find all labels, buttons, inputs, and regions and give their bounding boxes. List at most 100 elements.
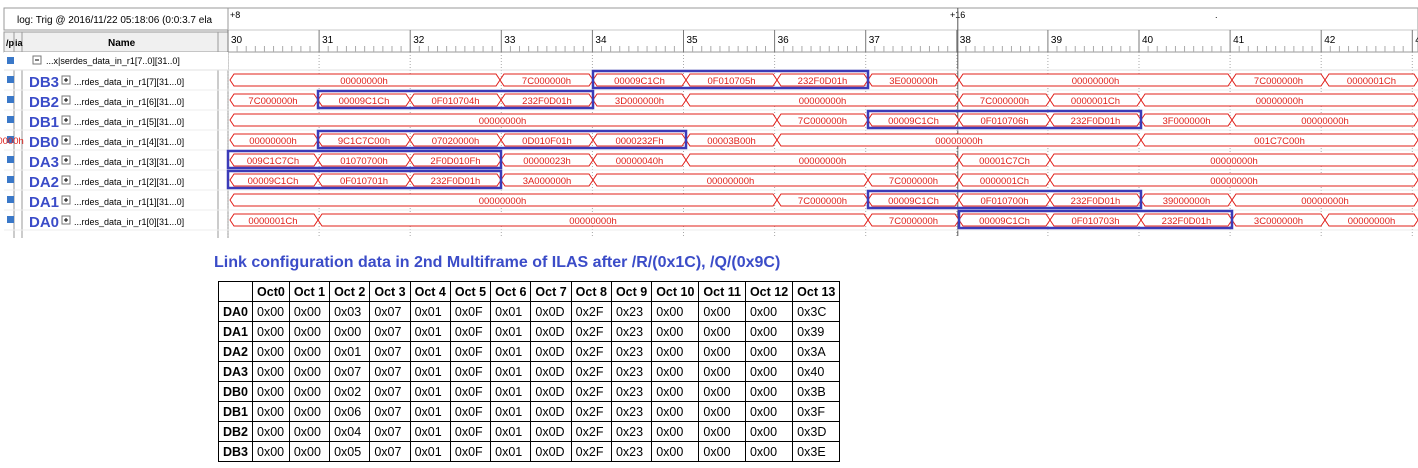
octet-value-cell: 0x0D	[530, 301, 572, 322]
octet-value-cell: 0x07	[369, 421, 411, 442]
octet-value-cell: 0x23	[610, 421, 653, 442]
octet-value-cell: 0x2F	[570, 421, 612, 442]
octet-value-cell: 0x00	[744, 441, 794, 462]
segment-value: 00009C1Ch	[339, 96, 390, 107]
group-row[interactable]: ...x|serdes_data_in_r1[7..0][31..0]	[4, 52, 228, 70]
octet-value-cell: 0x00	[288, 441, 331, 462]
octet-value-cell: 0x00	[744, 421, 794, 442]
octet-value-cell: 0x00	[252, 341, 290, 362]
octet-value-cell: 0x01	[329, 341, 371, 362]
octet-value-cell: 0x00	[252, 441, 290, 462]
octet-value-cell: 0x00	[651, 421, 700, 442]
signal-name: ...rdes_data_in_r1[7][31...0]	[74, 77, 184, 87]
segment-value: 7C000000h	[980, 96, 1029, 107]
octet-header: Oct 9	[610, 281, 653, 302]
segment-value: 00000000h	[1348, 216, 1396, 227]
octet-value-cell: 0x0F	[449, 421, 492, 442]
segment-value: 00000000h	[799, 96, 847, 107]
column-header-vp[interactable]: /p	[6, 38, 15, 48]
octet-value-cell: 0x06	[329, 401, 371, 422]
segment-value: 00000000h	[249, 136, 297, 147]
lane-name-cell: DB1	[217, 401, 254, 422]
segment-value: 7C000000h	[889, 216, 938, 227]
signal-name: ...rdes_data_in_r1[3][31...0]	[74, 157, 184, 167]
octet-value-cell: 0x00	[288, 381, 331, 402]
lane-name-cell: DB0	[217, 381, 254, 402]
segment-value: 3C000000h	[1254, 216, 1303, 227]
segment-value: 00000000h	[479, 196, 527, 207]
lane-label: DA2	[29, 174, 59, 191]
segment-value: 00003B00h	[707, 136, 756, 147]
segment-value: 07020000h	[432, 136, 480, 147]
segment-value: 00009C1Ch	[888, 116, 939, 127]
octet-header: Oct 2	[329, 281, 371, 302]
segment-value: 00009C1Ch	[248, 176, 299, 187]
lane-label: DB1	[29, 114, 59, 131]
octet-value-cell: 0x00	[698, 321, 746, 342]
signal-name: ...rdes_data_in_r1[6][31...0]	[74, 97, 184, 107]
svg-text:.: .	[1215, 10, 1218, 20]
tick-label: 38	[960, 35, 972, 46]
segment-value: 232F0D01h	[522, 96, 572, 107]
tick-label: 41	[1233, 35, 1245, 46]
tick-label: 35	[687, 35, 699, 46]
signal-icon	[7, 176, 14, 183]
segment-value: 00000000h	[569, 216, 617, 227]
octet-value-cell: 0x01	[490, 341, 532, 362]
octet-value-cell: 0x2F	[570, 401, 612, 422]
table-row: DB2 0x00 0x00 0x04 0x07 0x01 0x0F 0x01 0x0D 0x2F 0…	[217, 421, 841, 442]
lane-name-cell: DA1	[217, 321, 254, 342]
segment-value: 3E000000h	[889, 76, 938, 87]
segment-value: 7C000000h	[1254, 76, 1303, 87]
tick-label: 36	[778, 35, 790, 46]
tick-label: 40	[1142, 35, 1154, 46]
octet-value-cell: 0x0F	[449, 441, 492, 462]
octet-value-cell: 0x00	[288, 401, 331, 422]
octet-value-cell: 0x00	[698, 301, 746, 322]
octet-value-cell: 0x23	[610, 321, 653, 342]
octet-value-cell: 0x2F	[570, 301, 612, 322]
signal-icon	[7, 96, 14, 103]
octet-value-cell: 0x00	[744, 361, 794, 382]
tick-label: 32	[413, 35, 425, 46]
table-row: DB3 0x00 0x00 0x05 0x07 0x01 0x0F 0x01 0x0D 0x2F 0…	[217, 441, 841, 462]
segment-value: 00000000h	[1072, 76, 1120, 87]
octet-value-cell: 0x00	[252, 381, 290, 402]
segment-value: 3F000000h	[1162, 116, 1210, 127]
octet-value-cell: 0x3A	[792, 341, 841, 362]
column-header-name[interactable]: Name	[108, 38, 136, 49]
octet-value-cell: 0x00	[698, 361, 746, 382]
table-row: DA3 0x00 0x00 0x07 0x07 0x01 0x0F 0x01 0x0D 0x2F 0…	[217, 361, 841, 382]
octet-value-cell: 0x01	[409, 401, 451, 422]
lane-name-cell: DB3	[217, 441, 254, 462]
octet-value-cell: 0x04	[329, 421, 371, 442]
column-header-ia[interactable]: ia	[15, 38, 24, 48]
signal-name: ...rdes_data_in_r1[0][31...0]	[74, 217, 184, 227]
segment-value: 0F010706h	[980, 116, 1028, 127]
octet-value-cell: 0x0F	[449, 401, 492, 422]
octet-value-cell: 0x00	[651, 401, 700, 422]
segment-value: 7C000000h	[798, 116, 847, 127]
segment-value: 0D010F01h	[522, 136, 572, 147]
lane-name-cell: DA0	[217, 301, 254, 322]
segment-value: 7C000000h	[798, 196, 847, 207]
segment-value: 232F0D01h	[1071, 116, 1121, 127]
octet-header: Oct 12	[744, 281, 794, 302]
octet-header: Oct 7	[530, 281, 572, 302]
segment-value: 00000000h	[935, 136, 983, 147]
link-config-caption: Link configuration data in 2nd Multifram…	[214, 254, 781, 271]
octet-value-cell: 0x01	[409, 421, 451, 442]
table-row: DB0 0x00 0x00 0x02 0x07 0x01 0x0F 0x01 0x0D 0x2F 0…	[217, 381, 841, 402]
octet-value-cell: 0x03	[329, 301, 371, 322]
octet-value-cell: 0x07	[369, 321, 411, 342]
octet-header: Oct 1	[288, 281, 331, 302]
octet-value-cell: 0x07	[369, 361, 411, 382]
octet-value-cell: 0x40	[792, 361, 841, 382]
octet-value-cell: 0x01	[409, 441, 451, 462]
octet-value-cell: 0x0F	[449, 301, 492, 322]
octet-value-cell: 0x07	[369, 341, 411, 362]
octet-value-cell: 0x0F	[449, 381, 492, 402]
segment-value: 00000000h	[1301, 196, 1349, 207]
octet-value-cell: 0x01	[490, 421, 532, 442]
segment-value: 3D000000h	[615, 96, 664, 107]
